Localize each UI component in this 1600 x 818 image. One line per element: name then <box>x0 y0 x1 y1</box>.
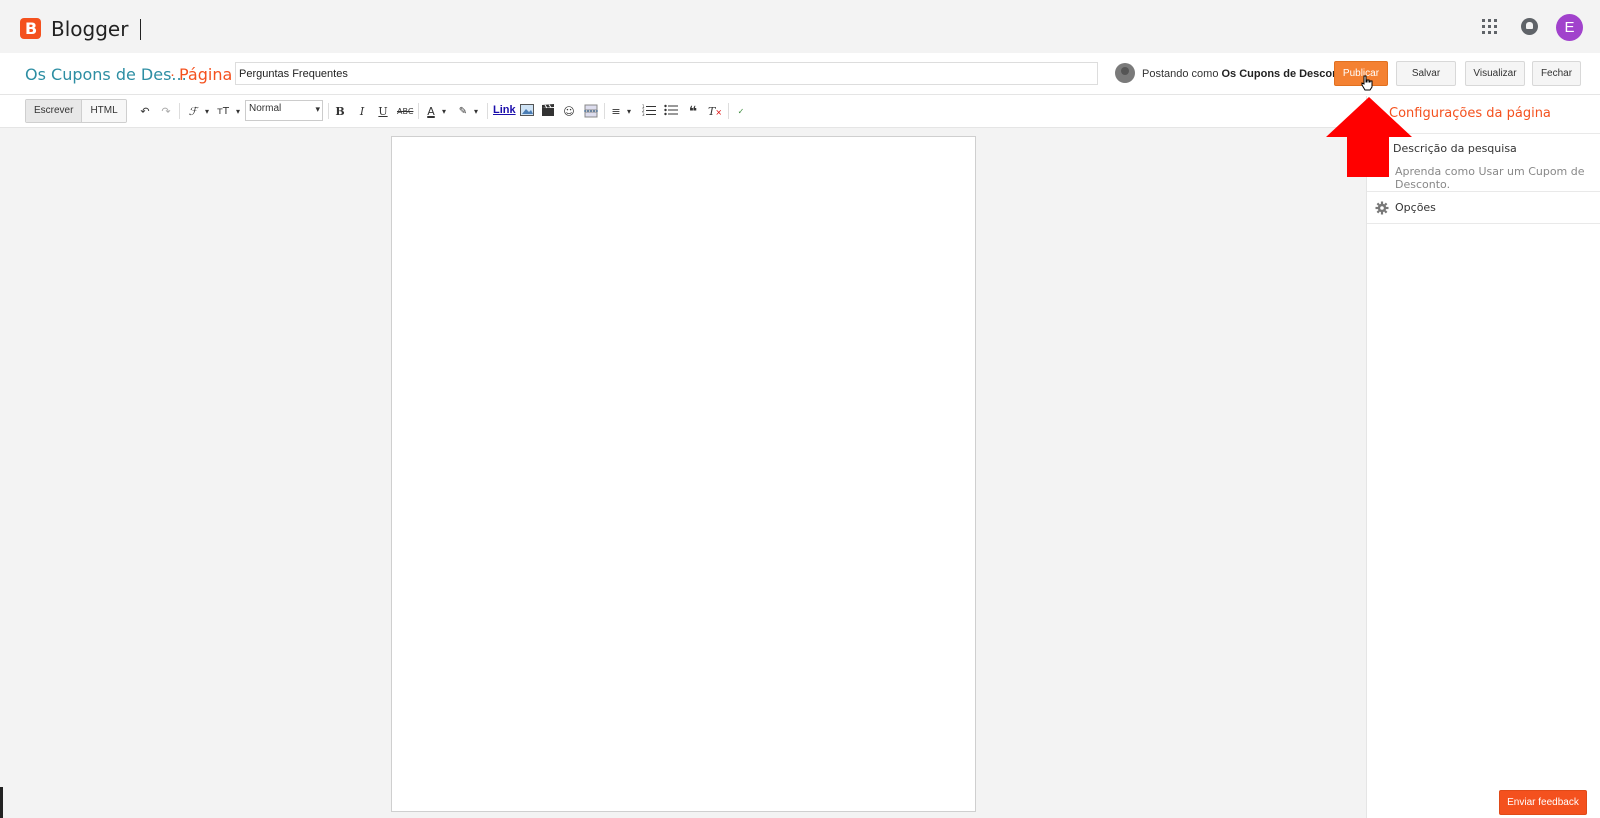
editor-mode-tabs: Escrever HTML <box>25 99 127 123</box>
posting-as-name: Os Cupons de Desconto <box>1221 68 1350 80</box>
gear-icon <box>1375 201 1389 215</box>
tab-html[interactable]: HTML <box>82 100 126 122</box>
undo-icon[interactable]: ↶ <box>137 104 153 120</box>
page-type-label: Página <box>179 65 233 84</box>
underline-icon[interactable]: U <box>375 104 391 120</box>
author-avatar-icon <box>1115 63 1135 83</box>
blockquote-icon[interactable]: ❝ <box>685 104 701 120</box>
page-title-input[interactable] <box>235 62 1098 85</box>
format-select-value: Normal <box>249 103 282 114</box>
font-size-icon[interactable]: тT <box>215 104 231 120</box>
toolbar-divider <box>604 103 605 119</box>
options-label: Opções <box>1395 201 1436 214</box>
svg-text:3: 3 <box>642 112 645 116</box>
notifications-bell-icon[interactable] <box>1521 18 1538 35</box>
tab-compose[interactable]: Escrever <box>26 100 83 122</box>
top-bar: Blogger E <box>0 0 1600 53</box>
blogger-logo-icon[interactable] <box>20 18 41 39</box>
toolbar-divider <box>179 103 180 119</box>
highlight-dropdown-icon[interactable]: ▾ <box>468 104 484 120</box>
apps-grid-icon[interactable] <box>1482 19 1497 34</box>
editor-content-area[interactable] <box>391 136 976 812</box>
numbered-list-icon[interactable]: 123 <box>641 104 657 120</box>
page-settings-sidebar: Configurações da página Descrição da pes… <box>1366 96 1600 818</box>
send-feedback-button[interactable]: Enviar feedback <box>1499 790 1587 815</box>
align-dropdown-icon[interactable]: ▾ <box>621 104 637 120</box>
insert-image-icon[interactable] <box>519 104 535 120</box>
toolbar-divider <box>487 103 488 119</box>
blog-name-link[interactable]: Os Cupons de Des... <box>25 65 187 84</box>
brand-name[interactable]: Blogger <box>51 17 128 41</box>
red-arrow-annotation-icon <box>1326 97 1412 177</box>
save-button[interactable]: Salvar <box>1396 61 1456 86</box>
font-size-dropdown-icon[interactable]: ▾ <box>230 104 246 120</box>
sidebar-title: Configurações da página <box>1389 106 1551 121</box>
bold-icon[interactable]: B <box>332 104 348 120</box>
left-edge-tab <box>0 787 3 818</box>
toolbar-divider <box>728 103 729 119</box>
spellcheck-icon[interactable]: ✓ <box>733 104 749 120</box>
close-button[interactable]: Fechar <box>1532 61 1581 86</box>
insert-link-button[interactable]: Link <box>493 104 516 116</box>
preview-button[interactable]: Visualizar <box>1465 61 1525 86</box>
editor-header: Os Cupons de Des... · Página Postando co… <box>0 53 1600 95</box>
font-family-dropdown-icon[interactable]: ▾ <box>199 104 215 120</box>
italic-icon[interactable]: I <box>354 104 370 120</box>
breadcrumb-separator: · <box>170 66 175 83</box>
posting-as-prefix: Postando como <box>1142 68 1219 80</box>
strikethrough-icon[interactable]: ABC <box>397 104 413 120</box>
brand-divider <box>140 19 141 40</box>
account-avatar[interactable]: E <box>1556 14 1583 41</box>
insert-video-icon[interactable] <box>540 104 556 120</box>
options-section[interactable]: Opções <box>1367 191 1600 224</box>
remove-formatting-icon[interactable]: T× <box>707 104 723 120</box>
insert-emoji-icon[interactable]: ☺ <box>561 104 577 120</box>
toolbar-divider <box>418 103 419 119</box>
hand-cursor-icon <box>1361 75 1373 91</box>
search-description-value: Aprenda como Usar um Cupom de Desconto. <box>1395 165 1585 191</box>
posting-as-label: Postando como Os Cupons de Desconto <box>1142 68 1349 80</box>
paragraph-format-select[interactable]: Normal <box>245 100 323 121</box>
insert-jump-break-icon[interactable] <box>583 104 599 120</box>
redo-icon[interactable]: ↷ <box>158 104 174 120</box>
text-color-dropdown-icon[interactable]: ▾ <box>436 104 452 120</box>
toolbar-divider <box>328 103 329 119</box>
bulleted-list-icon[interactable] <box>663 104 679 120</box>
